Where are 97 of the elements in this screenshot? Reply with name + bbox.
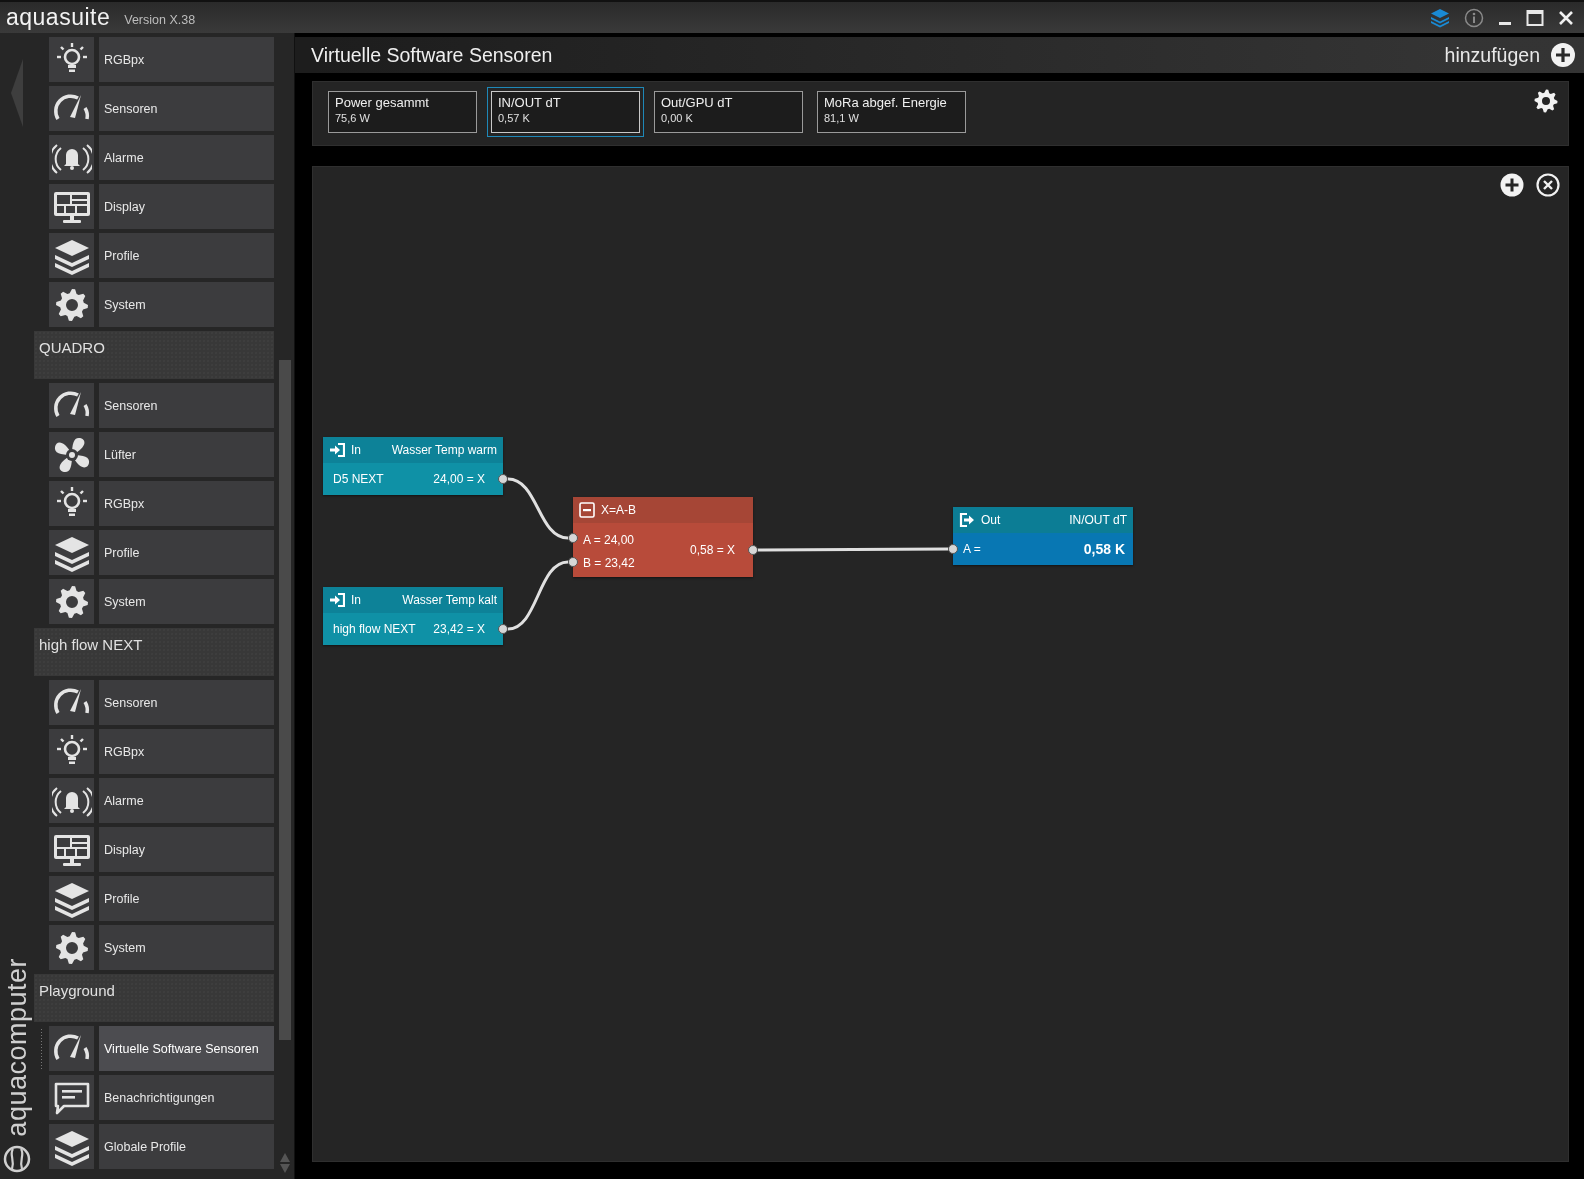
sensor-tab[interactable]: Power gesammt 75,6 W [328,91,477,133]
sidebar-item[interactable]: Display [99,184,274,229]
sidebar-item[interactable]: Profile [99,233,274,278]
icon-tile[interactable] [49,184,94,229]
icon-tile[interactable] [49,233,94,278]
icon-tile[interactable] [49,729,94,774]
scrollbar-thumb[interactable] [278,360,291,1040]
add-icon[interactable] [1550,42,1576,68]
node-label: In [351,593,361,607]
icon-tile[interactable] [49,1124,94,1169]
sensor-tab-name: MoRa abgef. Energie [824,95,948,110]
close-icon[interactable] [1536,173,1560,197]
sidebar-item[interactable]: Display [99,827,274,872]
sidebar-item[interactable]: Alarme [99,135,274,180]
device-name: D5 NEXT [333,472,384,486]
sensor-tab[interactable]: IN/OUT dT 0,57 K [491,91,640,133]
sign-out-icon [959,512,975,528]
connection-port[interactable] [498,624,508,634]
sensor-tab-name: Power gesammt [335,95,430,110]
sidebar-item[interactable]: Sensoren [99,680,274,725]
info-icon[interactable] [1464,7,1484,28]
icon-tile[interactable] [49,432,94,477]
sidebar-item[interactable]: Sensoren [99,383,274,428]
sidebar-item[interactable]: Alarme [99,778,274,823]
sensor-tab-value: 0,00 K [661,112,694,124]
sensor-name: Wasser Temp warm [391,443,497,457]
sensor-tab[interactable]: MoRa abgef. Energie 81,1 W [817,91,966,133]
formula-label: X=A-B [601,503,636,517]
node-value: 0,58 = X [689,543,735,557]
brand-logo-icon [3,1145,31,1173]
sensor-name: IN/OUT dT [1069,513,1127,527]
maximize-icon[interactable] [1526,8,1544,27]
brand-logo-text: aquacomputer [3,958,31,1137]
sidebar-item[interactable]: Virtuelle Software Sensoren [99,1026,274,1071]
input-value: A = 24,00 [583,532,635,547]
sidebar-item[interactable]: RGBpx [99,37,274,82]
sidebar-item[interactable]: RGBpx [99,729,274,774]
sensor-tab-value: 81,1 W [824,112,860,124]
input-label: A = [963,542,981,556]
sidebar-item[interactable]: Profile [99,530,274,575]
icon-tile[interactable] [49,481,94,526]
group-header[interactable]: Playground [34,974,274,1022]
sign-in-icon [329,592,345,608]
icon-tile[interactable] [49,383,94,428]
sidebar-item[interactable]: Globale Profile [99,1124,274,1169]
sign-in-icon [329,442,345,458]
icon-tile[interactable] [49,282,94,327]
sensor-tab-name: IN/OUT dT [498,95,562,110]
icon-tile[interactable] [49,1026,94,1071]
output-value: 0,58 K [1083,541,1125,557]
icon-tile[interactable] [49,37,94,82]
node-label: In [351,443,361,457]
sensor-tab-name: Out/GPU dT [661,95,734,110]
device-name: high flow NEXT [333,622,416,636]
connection-port[interactable] [748,545,758,555]
sidebar-item[interactable]: Lüfter [99,432,274,477]
icon-tile[interactable] [49,876,94,921]
icon-tile[interactable] [49,827,94,872]
sidebar-item[interactable]: Profile [99,876,274,921]
icon-tile[interactable] [49,579,94,624]
sidebar-item[interactable]: Sensoren [99,86,274,131]
icon-tile[interactable] [49,778,94,823]
app-name: aquasuite [6,4,111,31]
sidebar-item[interactable]: System [99,579,274,624]
connection-port[interactable] [498,474,508,484]
sensor-name: Wasser Temp kalt [402,593,497,607]
icon-tile[interactable] [49,86,94,131]
add-icon[interactable] [1500,173,1524,197]
minus-icon [579,502,595,518]
sensor-tab[interactable]: Out/GPU dT 0,00 K [654,91,803,133]
sensor-tab-value: 0,57 K [498,112,531,124]
icon-tile[interactable] [49,530,94,575]
connector-line [507,560,569,631]
icon-tile[interactable] [49,680,94,725]
sidebar-item[interactable]: System [99,282,274,327]
group-header[interactable]: high flow NEXT [34,628,274,676]
sensor-tab-value: 75,6 W [335,112,371,124]
icon-tile[interactable] [49,1075,94,1120]
page-title: Virtuelle Software Sensoren [311,43,553,67]
layers-icon[interactable] [1430,7,1450,28]
connection-port[interactable] [568,533,578,543]
input-value: B = 23,42 [583,555,635,570]
add-label: hinzufügen [1444,43,1540,67]
node-label: Out [981,513,1001,527]
connection-port[interactable] [568,557,578,567]
connector-line [507,477,569,540]
icon-tile[interactable] [49,135,94,180]
version-label: Version X.38 [124,12,196,27]
sidebar-item[interactable]: RGBpx [99,481,274,526]
connection-port[interactable] [948,544,958,554]
selection-handle [40,1028,44,1069]
group-header[interactable]: QUADRO [34,331,274,379]
icon-tile[interactable] [49,925,94,970]
settings-icon[interactable] [1534,89,1558,113]
sidebar-item[interactable]: System [99,925,274,970]
sidebar-item[interactable]: Benachrichtigungen [99,1075,274,1120]
close-icon[interactable] [1558,9,1574,26]
